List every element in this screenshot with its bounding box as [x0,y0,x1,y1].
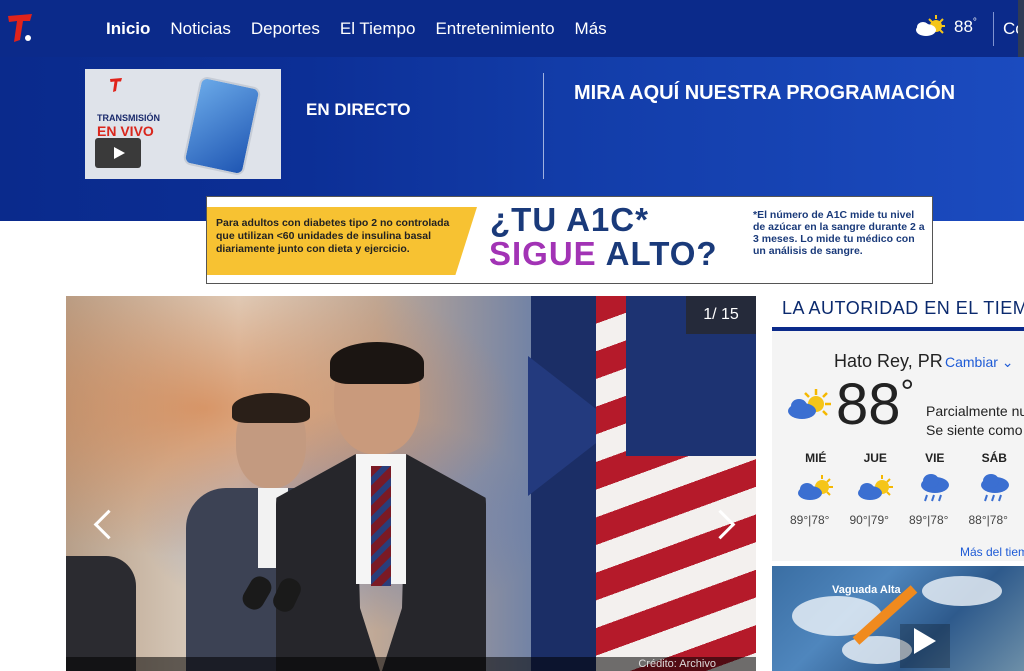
play-icon[interactable] [95,138,141,168]
top-navigation-bar: Inicio Noticias Deportes El Tiempo Entre… [0,0,1024,78]
partly-sunny-icon [788,389,831,419]
ad-headline-line2: SIGUE ALTO? [489,235,718,273]
current-temperature: 88° [836,372,915,437]
nav-entretenimiento[interactable]: Entretenimiento [435,19,554,39]
microphones [236,572,316,636]
partly-sunny-icon [798,475,833,500]
telemundo-logo [110,78,122,92]
play-icon[interactable] [914,628,936,654]
photo-gallery[interactable]: 1/ 15 Crédito: Archivo [66,296,756,671]
more-weather-link[interactable]: Más del tiempo [960,545,1024,559]
forecast-day-name: JUE [863,451,887,465]
map-label: Vaguada Alta [832,584,901,596]
forecast-temps: 89°|78° [909,513,949,527]
forecast-day[interactable]: SÁB 88°|78° [965,451,1024,531]
ad-headline-blue: ALTO? [605,235,718,272]
partly-sunny-icon [916,15,945,36]
rain-icon [921,474,949,502]
person-foreground [66,556,136,671]
forecast-day-name: MIÉ [805,451,827,465]
advertisement-banner[interactable]: Para adultos con diabetes tipo 2 no cont… [206,196,933,284]
forecast-temps: 89°|78° [790,513,830,527]
feels-like: Se siente como [926,422,1023,438]
header-temperature: 88° [954,17,977,36]
partly-sunny-icon [857,475,893,500]
weather-map-video[interactable]: Vaguada Alta [772,566,1024,671]
telemundo-logo[interactable] [6,12,34,44]
forecast-temps: 90°|79° [849,513,889,527]
main-nav: Inicio Noticias Deportes El Tiempo Entre… [106,0,607,57]
ad-left-text: Para adultos con diabetes tipo 2 no cont… [216,217,450,255]
rain-icon [980,474,1009,502]
weather-widget: Hato Rey, PR Cambiar ⌄ 88° Parcialmente … [772,331,1024,561]
programacion-link[interactable]: MIRA AQUÍ NUESTRA PROGRAMACIÓN [574,82,955,105]
chevron-down-icon: ⌄ [1001,354,1014,370]
forecast-day[interactable]: JUE 90°|79° [846,451,906,531]
header-divider [993,12,994,46]
forecast-day-name: SÁB [981,451,1007,465]
weather-location: Hato Rey, PR [834,351,943,371]
nav-inicio[interactable]: Inicio [106,19,150,39]
weather-section-title: LA AUTORIDAD EN EL TIEMPO [782,298,1024,318]
forecast-day-name: VIE [925,451,945,465]
ad-footnote: *El número de A1C mide tu nivel de azúca… [753,209,925,257]
phone-graphic [182,75,262,177]
nav-el-tiempo[interactable]: El Tiempo [340,19,416,39]
header-weather-widget[interactable]: 88° [914,14,977,40]
change-location-link[interactable]: Cambiar ⌄ [945,354,1014,371]
photo-credit: Crédito: Archivo [638,658,716,670]
weather-sidebar: LA AUTORIDAD EN EL TIEMPO Hato Rey, PR C… [772,296,1024,671]
nav-mas[interactable]: Más [575,19,607,39]
forecast-temps: 88°|78° [968,513,1008,527]
en-directo-link[interactable]: EN DIRECTO [306,100,411,120]
banner-divider [543,73,544,179]
forecast-day[interactable]: VIE 89°|78° [905,451,965,531]
current-condition: Parcialmente nublado [926,403,1024,419]
photo-credit-bar: Crédito: Archivo [66,657,756,671]
ad-headline-purple: SIGUE [489,235,597,272]
nav-noticias[interactable]: Noticias [170,19,230,39]
forecast-row: MIÉ 89°|78° JUE 90°|79° VIE 89°|78° SÁB … [786,451,1024,531]
forecast-day[interactable]: MIÉ 89°|78° [786,451,846,531]
ad-headline-line1: ¿TU A1C* [490,201,649,238]
gallery-counter: 1/ 15 [686,296,756,334]
live-video-thumbnail[interactable]: TRANSMISIÓN EN VIVO [85,69,281,179]
nav-deportes[interactable]: Deportes [251,19,320,39]
thumb-caption-1: TRANSMISIÓN [97,113,160,123]
thumb-caption-2: EN VIVO [97,123,154,139]
